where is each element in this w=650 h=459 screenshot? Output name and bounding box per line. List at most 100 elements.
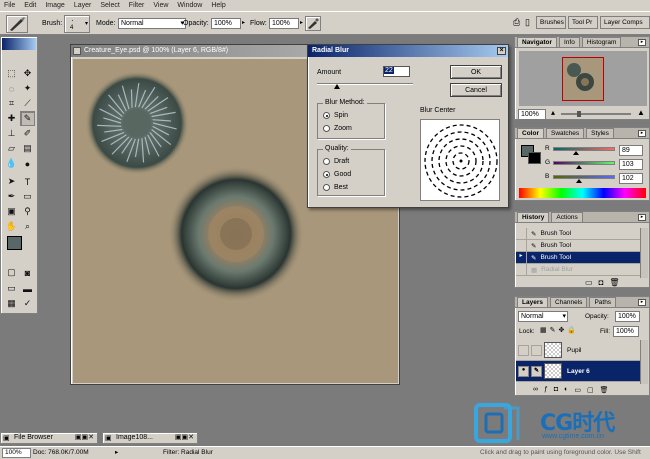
radio-spin[interactable]: Spin bbox=[323, 112, 348, 119]
brush-tool-icon[interactable]: ✎ bbox=[20, 111, 35, 126]
tab-layers[interactable]: Layers bbox=[517, 297, 548, 307]
zoom-in-icon[interactable]: ▲ bbox=[637, 108, 645, 117]
navigator-zoom-handle[interactable] bbox=[577, 111, 581, 117]
type-tool-icon[interactable]: T bbox=[20, 174, 35, 189]
fill-input[interactable]: 100% bbox=[613, 326, 639, 337]
status-zoom[interactable]: 100% bbox=[2, 448, 31, 458]
menu-file[interactable]: File bbox=[4, 2, 15, 9]
screen-mode-icon[interactable]: ▭ bbox=[4, 281, 19, 296]
tab-paths[interactable]: Paths bbox=[589, 297, 617, 307]
full-screen-icon[interactable]: ▬ bbox=[20, 281, 35, 296]
panel-menu-icon[interactable]: ▸ bbox=[638, 214, 646, 221]
zoom-out-icon[interactable]: ▴ bbox=[551, 108, 555, 117]
menu-layer[interactable]: Layer bbox=[74, 2, 92, 9]
tab-history[interactable]: History bbox=[517, 212, 550, 222]
new-layer-icon[interactable]: ▢ bbox=[587, 386, 594, 394]
jump-to-icon[interactable]: ✓ bbox=[20, 296, 35, 311]
window-controls-icon[interactable]: ▣▣✕ bbox=[75, 433, 94, 443]
channel-slider[interactable] bbox=[553, 147, 615, 151]
slice-tool-icon[interactable]: ⟋ bbox=[20, 96, 35, 111]
blend-mode-select[interactable]: Normal ▾ bbox=[518, 311, 568, 322]
tool-preset-picker[interactable] bbox=[6, 15, 28, 33]
close-icon[interactable]: × bbox=[497, 47, 506, 55]
history-scrollbar[interactable] bbox=[640, 228, 648, 278]
navigator-view-box[interactable] bbox=[562, 57, 604, 101]
menu-edit[interactable]: Edit bbox=[24, 2, 36, 9]
marquee-tool-icon[interactable]: ⬚ bbox=[4, 66, 19, 81]
full-screen-menu-icon[interactable]: ▦ bbox=[4, 296, 19, 311]
dialog-title-bar[interactable]: Radial Blur × bbox=[308, 45, 508, 57]
layer-row-layer-6[interactable]: ● ✎ Layer 6 bbox=[516, 361, 640, 382]
camera-icon[interactable]: ◘ bbox=[599, 278, 604, 287]
channel-slider[interactable] bbox=[553, 161, 615, 165]
flow-arrow-icon[interactable]: ▸ bbox=[300, 19, 303, 26]
ok-button[interactable]: OK bbox=[450, 65, 502, 79]
quickmask-mode-icon[interactable]: ◙ bbox=[20, 265, 35, 280]
tab-histogram[interactable]: Histogram bbox=[581, 37, 622, 47]
radio-draft[interactable]: Draft bbox=[323, 158, 349, 165]
zoom-tool-icon[interactable]: ⌕ bbox=[20, 219, 35, 234]
shape-tool-icon[interactable]: ▭ bbox=[20, 189, 35, 204]
eye-icon[interactable]: ● bbox=[518, 365, 529, 377]
file-browser-tab[interactable]: ▣ File Browser ▣▣✕ bbox=[0, 432, 98, 444]
window-controls-icon[interactable]: ▣▣✕ bbox=[175, 433, 194, 443]
new-document-icon[interactable]: ▭ bbox=[585, 278, 593, 287]
radio-zoom[interactable]: Zoom bbox=[323, 125, 352, 132]
channel-value-input[interactable]: 103 bbox=[619, 159, 643, 170]
layer-row-pupil[interactable]: Pupil bbox=[516, 340, 640, 361]
mode-select[interactable]: Normal ▾ bbox=[118, 18, 186, 29]
tab-color[interactable]: Color bbox=[517, 128, 544, 138]
menu-select[interactable]: Select bbox=[100, 2, 119, 9]
color-spectrum-bar[interactable] bbox=[519, 188, 646, 198]
layer-opacity-input[interactable]: 100% bbox=[615, 311, 640, 322]
history-item[interactable]: ✎ Brush Tool bbox=[516, 228, 640, 240]
document-icon[interactable]: ▯ bbox=[525, 17, 530, 28]
amount-slider-track[interactable] bbox=[317, 83, 413, 85]
trash-icon[interactable]: 🗑 bbox=[609, 278, 619, 287]
cancel-button[interactable]: Cancel bbox=[450, 83, 502, 97]
eraser-icon[interactable]: ▱ bbox=[4, 141, 19, 156]
move-tool-icon[interactable]: ✥ bbox=[20, 66, 35, 81]
airbrush-button[interactable] bbox=[305, 16, 321, 31]
new-group-icon[interactable]: ▭ bbox=[574, 386, 581, 394]
history-item-undone[interactable]: ▦ Radial Blur bbox=[516, 264, 640, 276]
well-layer-comps[interactable]: Layer Comps bbox=[600, 16, 650, 29]
brush-icon[interactable]: ✎ bbox=[531, 365, 542, 377]
menu-window[interactable]: Window bbox=[177, 2, 202, 9]
visibility-toggle[interactable] bbox=[518, 344, 529, 356]
pen-tool-icon[interactable]: ✒ bbox=[4, 189, 19, 204]
menu-help[interactable]: Help bbox=[211, 2, 225, 9]
tab-channels[interactable]: Channels bbox=[549, 297, 588, 307]
tab-actions[interactable]: Actions bbox=[551, 212, 583, 222]
history-brush-icon[interactable]: ✐ bbox=[20, 126, 35, 141]
dodge-tool-icon[interactable]: ● bbox=[20, 156, 35, 171]
lock-all-icon[interactable]: 🔒 bbox=[567, 326, 576, 334]
trash-icon[interactable]: 🗑 bbox=[600, 386, 609, 394]
image-tab[interactable]: ▣ Image108... ▣▣✕ bbox=[102, 432, 198, 444]
layer-style-icon[interactable]: ƒ bbox=[544, 386, 548, 394]
history-item[interactable]: ✎ Brush Tool bbox=[516, 240, 640, 252]
brush-picker[interactable]: · 4 ▾ bbox=[64, 15, 90, 33]
lasso-tool-icon[interactable]: ◌ bbox=[4, 81, 19, 96]
foreground-color-swatch[interactable] bbox=[7, 236, 22, 250]
tab-info[interactable]: Info bbox=[558, 37, 580, 47]
blur-tool-icon[interactable]: 💧 bbox=[4, 156, 19, 171]
well-tool-presets[interactable]: Tool Pr bbox=[568, 16, 598, 29]
tab-swatches[interactable]: Swatches bbox=[545, 128, 585, 138]
panel-menu-icon[interactable]: ▸ bbox=[638, 299, 646, 306]
channel-slider-handle[interactable] bbox=[575, 165, 582, 169]
link-toggle[interactable] bbox=[531, 344, 542, 356]
printer-icon[interactable]: ⎙ bbox=[513, 17, 520, 28]
menu-filter[interactable]: Filter bbox=[129, 2, 145, 9]
hand-tool-icon[interactable]: ✋ bbox=[4, 219, 19, 234]
flow-input[interactable]: 100% bbox=[269, 18, 299, 29]
amount-input[interactable]: 22 bbox=[383, 66, 410, 77]
link-layers-icon[interactable]: ∞ bbox=[533, 386, 538, 394]
channel-value-input[interactable]: 102 bbox=[619, 173, 643, 184]
channel-value-input[interactable]: 89 bbox=[619, 145, 643, 156]
history-item-active[interactable]: ▸ ✎ Brush Tool bbox=[516, 252, 640, 264]
lock-image-icon[interactable]: ✎ bbox=[550, 326, 556, 334]
color-panel-background[interactable] bbox=[528, 152, 541, 164]
healing-brush-icon[interactable]: ✚ bbox=[4, 111, 19, 126]
channel-slider-handle[interactable] bbox=[575, 179, 582, 183]
